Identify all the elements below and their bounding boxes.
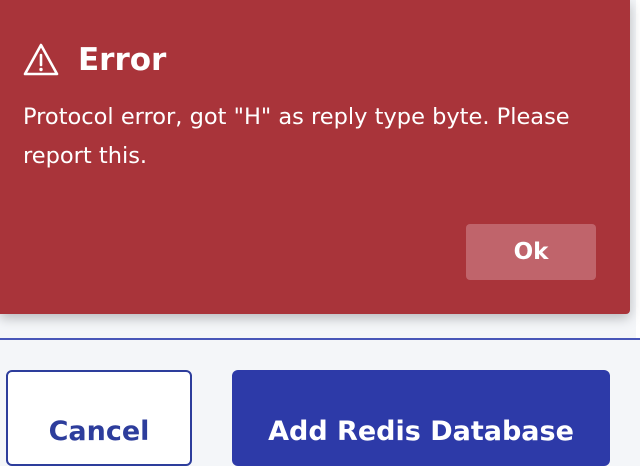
toast-title: Error bbox=[78, 42, 167, 78]
toast-header: Error bbox=[22, 38, 166, 82]
cancel-button[interactable]: Cancel bbox=[6, 370, 192, 466]
toast-message: Protocol error, got "H" as reply type by… bbox=[23, 104, 570, 169]
ok-button[interactable]: Ok bbox=[466, 224, 596, 280]
warning-triangle-icon bbox=[22, 42, 60, 78]
add-redis-database-button[interactable]: Add Redis Database bbox=[232, 370, 610, 466]
footer-divider bbox=[0, 338, 640, 340]
error-toast: Error Protocol error, got "H" as reply t… bbox=[0, 0, 630, 314]
scrollbar-track bbox=[636, 0, 640, 340]
